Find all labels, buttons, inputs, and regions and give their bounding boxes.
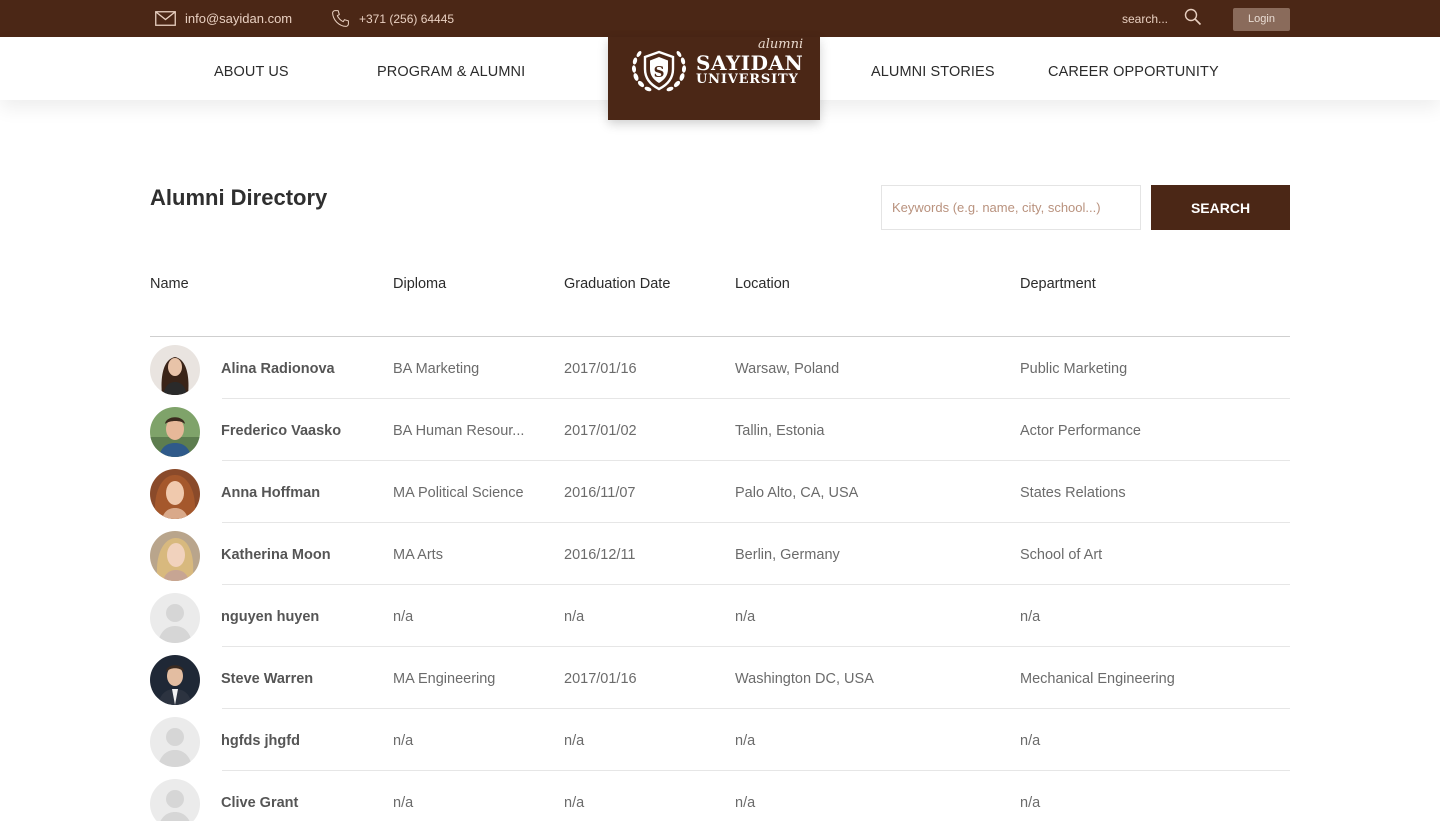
alumni-department: n/a: [1020, 795, 1041, 811]
search-icon[interactable]: [1184, 8, 1202, 26]
alumni-diploma: n/a: [393, 733, 414, 749]
avatar-photo: [150, 655, 200, 705]
search-button[interactable]: SEARCH: [1151, 185, 1290, 230]
keyword-search-input[interactable]: [881, 185, 1141, 230]
alumni-department: Actor Performance: [1020, 423, 1141, 439]
alumni-diploma: MA Engineering: [393, 671, 496, 687]
contact-phone[interactable]: +371 (256) 64445: [331, 0, 454, 37]
email-text: info@sayidan.com: [185, 11, 293, 26]
table-row[interactable]: nguyen huyen n/a n/a n/a n/a: [150, 585, 1290, 647]
alumni-name[interactable]: nguyen huyen: [221, 585, 391, 647]
contact-email[interactable]: info@sayidan.com: [155, 0, 292, 37]
alumni-graduation-date: 2017/01/16: [564, 361, 637, 377]
alumni-table-body: Alina Radionova BA Marketing 2017/01/16 …: [150, 337, 1290, 821]
alumni-department: n/a: [1020, 733, 1041, 749]
avatar-photo: [150, 531, 200, 581]
alumni-name[interactable]: Frederico Vaasko: [221, 399, 391, 461]
alumni-graduation-date: 2016/11/07: [564, 485, 636, 501]
alumni-location: Warsaw, Poland: [735, 361, 840, 377]
top-search-field[interactable]: search...: [1122, 0, 1168, 37]
alumni-department: Mechanical Engineering: [1020, 671, 1175, 687]
top-bar: info@sayidan.com +371 (256) 64445 search…: [0, 0, 1440, 37]
shield-emblem-icon: S: [631, 50, 687, 92]
alumni-diploma: n/a: [393, 795, 414, 811]
column-header-name: Name: [150, 276, 189, 292]
alumni-graduation-date: 2016/12/11: [564, 547, 636, 563]
table-row[interactable]: Clive Grant n/a n/a n/a n/a: [150, 771, 1290, 821]
nav-alumni-stories[interactable]: ALUMNI STORIES: [871, 37, 995, 100]
alumni-location: n/a: [735, 795, 756, 811]
alumni-diploma: MA Arts: [393, 547, 443, 563]
alumni-location: n/a: [735, 733, 756, 749]
alumni-department: Public Marketing: [1020, 361, 1128, 377]
mail-icon: [155, 11, 176, 26]
site-logo[interactable]: S alumni SAYIDAN UNIVERSITY: [608, 37, 820, 120]
nav-career-opportunity[interactable]: CAREER OPPORTUNITY: [1048, 37, 1219, 100]
table-row[interactable]: Steve Warren MA Engineering 2017/01/16 W…: [150, 647, 1290, 709]
alumni-location: Palo Alto, CA, USA: [735, 485, 859, 501]
avatar-placeholder-icon: [150, 593, 200, 643]
avatar-placeholder-icon: [150, 717, 200, 767]
alumni-department: n/a: [1020, 609, 1041, 625]
table-row[interactable]: Alina Radionova BA Marketing 2017/01/16 …: [150, 337, 1290, 399]
alumni-name[interactable]: Anna Hoffman: [221, 461, 391, 523]
table-row[interactable]: Anna Hoffman MA Political Science 2016/1…: [150, 461, 1290, 523]
alumni-department: School of Art: [1020, 547, 1103, 563]
phone-icon: [332, 10, 349, 27]
alumni-name[interactable]: hgfds jhgfd: [221, 709, 391, 771]
alumni-graduation-date: n/a: [564, 733, 585, 749]
avatar-photo: [150, 407, 200, 457]
alumni-graduation-date: 2017/01/16: [564, 671, 637, 687]
table-row[interactable]: Katherina Moon MA Arts 2016/12/11 Berlin…: [150, 523, 1290, 585]
nav-about-us[interactable]: ABOUT US: [214, 37, 289, 100]
phone-text: +371 (256) 64445: [359, 11, 455, 26]
alumni-graduation-date: n/a: [564, 609, 585, 625]
alumni-location: n/a: [735, 609, 756, 625]
avatar-photo: [150, 345, 200, 395]
login-button[interactable]: Login: [1233, 8, 1290, 31]
column-header-location: Location: [735, 276, 790, 292]
alumni-name[interactable]: Alina Radionova: [221, 337, 391, 399]
alumni-name[interactable]: Clive Grant: [221, 771, 391, 821]
alumni-location: Washington DC, USA: [735, 671, 874, 687]
alumni-diploma: n/a: [393, 609, 414, 625]
logo-tagline: alumni: [758, 37, 804, 52]
alumni-graduation-date: n/a: [564, 795, 585, 811]
alumni-department: States Relations: [1020, 485, 1126, 501]
column-header-graduation-date: Graduation Date: [564, 276, 671, 292]
avatar-placeholder-icon: [150, 779, 200, 821]
alumni-diploma: MA Political Science: [393, 485, 524, 501]
column-header-diploma: Diploma: [393, 276, 447, 292]
table-row[interactable]: Frederico Vaasko BA Human Resour... 2017…: [150, 399, 1290, 461]
alumni-diploma: BA Marketing: [393, 361, 480, 377]
alumni-name[interactable]: Katherina Moon: [221, 523, 391, 585]
alumni-location: Tallin, Estonia: [735, 423, 825, 439]
logo-wordmark-bottom: UNIVERSITY: [696, 72, 799, 87]
top-search-label: search...: [1122, 11, 1169, 26]
page-title: Alumni Directory: [150, 185, 328, 210]
nav-program-alumni[interactable]: PROGRAM & ALUMNI: [377, 37, 525, 100]
alumni-location: Berlin, Germany: [735, 547, 840, 563]
alumni-graduation-date: 2017/01/02: [564, 423, 637, 439]
alumni-diploma: BA Human Resour...: [393, 423, 525, 439]
column-header-department: Department: [1020, 276, 1096, 292]
avatar-photo: [150, 469, 200, 519]
svg-text:S: S: [654, 63, 665, 81]
alumni-name[interactable]: Steve Warren: [221, 647, 391, 709]
table-row[interactable]: hgfds jhgfd n/a n/a n/a n/a: [150, 709, 1290, 771]
